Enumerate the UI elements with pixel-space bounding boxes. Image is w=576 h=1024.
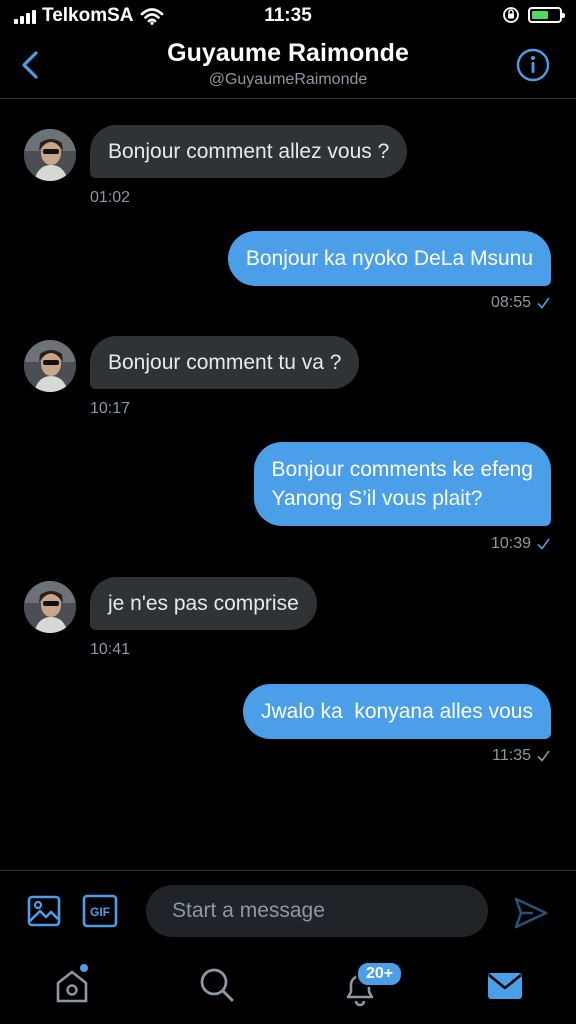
avatar[interactable] — [24, 129, 76, 181]
orientation-lock-icon — [503, 7, 519, 23]
message-time: 08:55 — [490, 294, 531, 311]
contact-name: Guyaume Raimonde — [167, 39, 409, 67]
search-icon[interactable] — [196, 964, 236, 1004]
message-bubble[interactable]: je n'es pas comprise — [90, 577, 317, 630]
message-bubble[interactable]: Bonjour comment tu va ? — [90, 336, 360, 389]
avatar-image — [24, 129, 76, 181]
message-timestamp-outgoing: 11:35 — [492, 747, 550, 765]
message-timestamp: 10:41 — [90, 641, 131, 658]
message-timestamp: 10:17 — [90, 400, 131, 417]
message-composer: GIF — [0, 870, 576, 953]
avatar-image — [24, 581, 76, 633]
messages-mail-icon[interactable] — [485, 966, 525, 1006]
new-content-dot — [80, 964, 88, 972]
status-bar: TelkomSA 11:35 — [0, 0, 576, 34]
message-timestamp-outgoing: 10:39 — [491, 535, 550, 553]
avatar[interactable] — [24, 581, 76, 633]
battery-icon — [528, 7, 565, 23]
message-bubble-outgoing[interactable]: Bonjour comments ke efeng Yanong S’il vo… — [253, 442, 551, 526]
message-timestamp-outgoing: 08:55 — [491, 294, 550, 312]
status-right — [502, 6, 565, 24]
read-check-icon — [537, 297, 550, 309]
message-bubble-outgoing[interactable]: Jwalo ka konyana alles vous — [243, 684, 551, 739]
avatar-image — [24, 340, 76, 392]
message-bubble[interactable]: Bonjour comment allez vous ? — [90, 125, 408, 178]
gif-label: GIF — [90, 905, 110, 919]
info-icon[interactable] — [516, 48, 550, 82]
message-time: 10:39 — [490, 535, 531, 552]
message-line: Bonjour comments ke efeng — [271, 458, 533, 481]
tab-bar: 20+ — [0, 952, 576, 1024]
contact-handle: @GuyaumeRaimonde — [208, 71, 368, 88]
message-time: 11:35 — [492, 747, 531, 764]
send-icon[interactable] — [513, 895, 549, 931]
home-icon[interactable] — [52, 966, 92, 1006]
sent-check-icon — [537, 750, 550, 762]
notifications-badge: 20+ — [356, 961, 404, 987]
conversation-header: Guyaume Raimonde @GuyaumeRaimonde — [0, 34, 576, 99]
avatar[interactable] — [24, 340, 76, 392]
message-timestamp: 01:02 — [90, 189, 131, 206]
message-input[interactable] — [146, 885, 488, 937]
image-icon[interactable] — [26, 893, 62, 929]
gif-icon[interactable]: GIF — [82, 893, 118, 929]
status-time: 11:35 — [264, 5, 312, 26]
message-line: Yanong S’il vous plait? — [271, 487, 483, 510]
message-bubble-outgoing[interactable]: Bonjour ka nyoko DeLa Msunu — [227, 231, 551, 286]
read-check-icon — [537, 538, 550, 550]
message-list[interactable]: Bonjour comment allez vous ? 01:02 Bonjo… — [0, 99, 576, 869]
